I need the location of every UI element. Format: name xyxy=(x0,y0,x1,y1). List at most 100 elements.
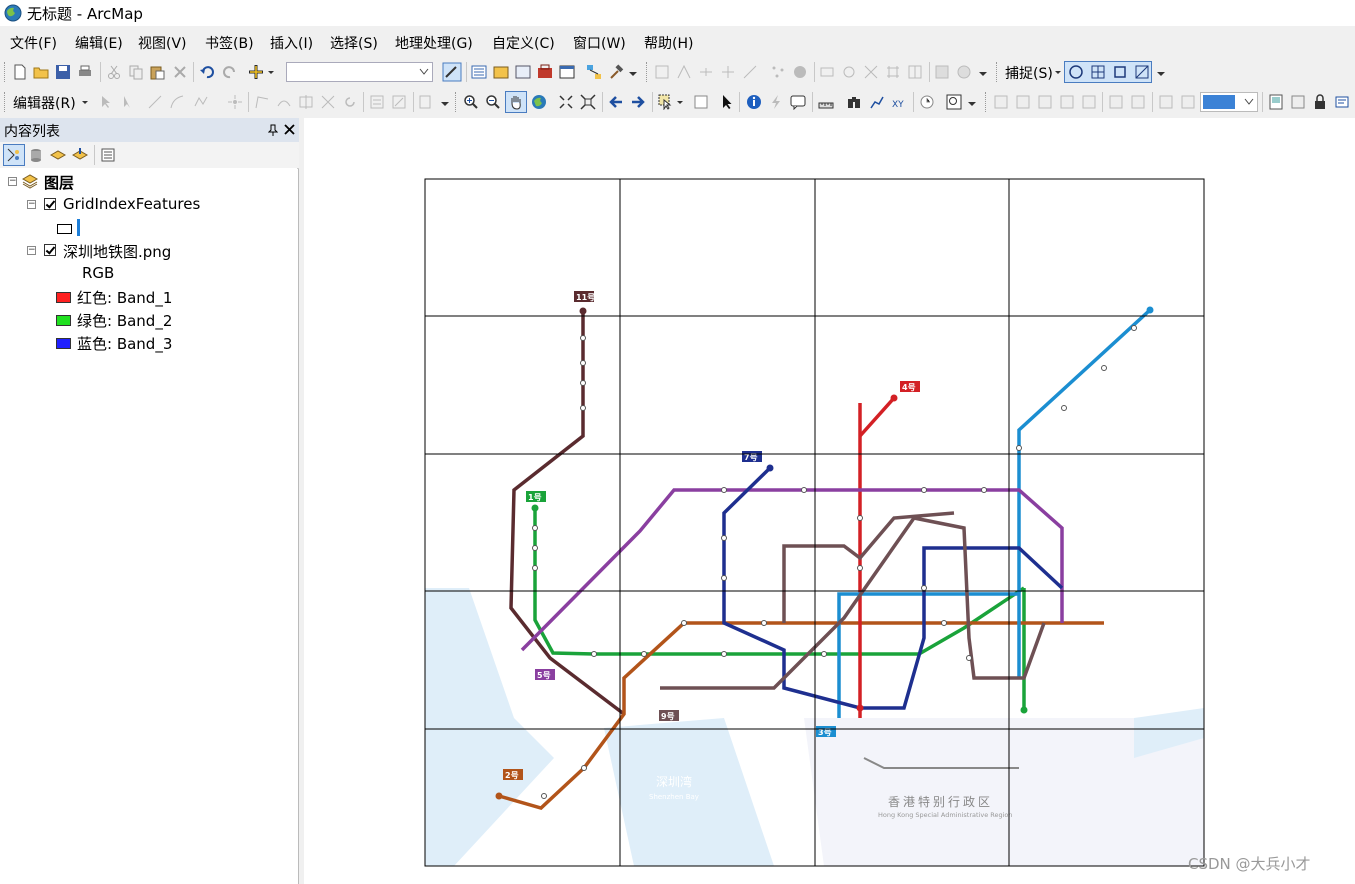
toolbar-options-icon[interactable] xyxy=(628,68,638,80)
toolbar-options-icon[interactable] xyxy=(967,98,977,110)
gridindex-visibility-checkbox[interactable] xyxy=(44,198,56,210)
forward-arrow-icon[interactable] xyxy=(630,94,646,110)
identify-icon[interactable] xyxy=(746,94,762,110)
hyperlink-lightning-icon[interactable] xyxy=(768,94,784,110)
find-route-icon[interactable] xyxy=(869,94,885,110)
chevron-down-icon[interactable] xyxy=(676,94,684,110)
collapse-raster-toggle[interactable]: − xyxy=(27,246,36,255)
undo-icon[interactable] xyxy=(199,64,215,80)
svg-text:XY: XY xyxy=(892,100,904,110)
fixed-zoom-in-icon[interactable] xyxy=(558,94,574,110)
station-dot xyxy=(941,620,947,626)
collapse-layers-toggle[interactable]: − xyxy=(8,177,17,186)
layer-name-gridindexfeatures[interactable]: GridIndexFeatures xyxy=(63,195,200,213)
watermark: CSDN @大兵小才 xyxy=(1188,855,1311,873)
python-window-icon[interactable] xyxy=(559,64,575,80)
toc-options-icon[interactable] xyxy=(100,147,116,163)
point-snapping-icon[interactable] xyxy=(1068,64,1084,80)
edit-tool-icon xyxy=(102,96,110,108)
map-canvas[interactable]: 11号 4号 7号 1号 5号 2号 9号 3号 深圳湾 Shenzhen Ba… xyxy=(304,118,1355,884)
clear-selection-icon[interactable] xyxy=(693,94,709,110)
catalog-icon[interactable] xyxy=(493,64,509,80)
menu-insert[interactable]: 插入(I) xyxy=(270,33,313,53)
magnifier-window-icon[interactable] xyxy=(946,94,962,110)
delete-icon[interactable] xyxy=(172,64,188,80)
toolbar-options-icon[interactable] xyxy=(1156,68,1166,80)
add-data-icon[interactable] xyxy=(248,64,264,80)
toolbar-options-icon[interactable] xyxy=(440,98,450,110)
menu-windows[interactable]: 窗口(W) xyxy=(573,33,626,53)
red-band-swatch[interactable] xyxy=(56,292,71,303)
hammer-icon[interactable] xyxy=(608,64,624,80)
close-icon[interactable] xyxy=(284,124,295,135)
list-by-visibility-icon[interactable] xyxy=(50,147,66,163)
menu-selection[interactable]: 选择(S) xyxy=(330,33,378,53)
full-extent-globe-icon[interactable] xyxy=(531,94,547,110)
time-slider-icon[interactable] xyxy=(919,94,935,110)
snap-midpoint-icon xyxy=(700,68,712,76)
redo-icon[interactable] xyxy=(222,64,238,80)
open-folder-icon[interactable] xyxy=(33,64,49,80)
copy-icon[interactable] xyxy=(128,64,144,80)
end-snapping-icon[interactable] xyxy=(1090,64,1106,80)
list-by-selection-icon[interactable] xyxy=(72,147,88,163)
scale-dropdown[interactable] xyxy=(286,62,433,82)
layout-view-icon[interactable] xyxy=(1268,94,1284,110)
new-document-icon[interactable] xyxy=(12,64,28,80)
search-window-icon[interactable] xyxy=(515,64,531,80)
menu-edit[interactable]: 编辑(E) xyxy=(75,33,123,53)
menu-bookmarks[interactable]: 书签(B) xyxy=(205,33,254,53)
zoom-in-icon[interactable] xyxy=(463,94,479,110)
vertex-snapping-icon[interactable] xyxy=(1112,64,1128,80)
chevron-down-icon[interactable] xyxy=(81,94,89,110)
data-driven-pages-icon[interactable] xyxy=(1334,94,1350,110)
chevron-down-icon[interactable] xyxy=(1054,64,1062,80)
zoom-out-icon[interactable] xyxy=(485,94,501,110)
print-icon[interactable] xyxy=(77,64,93,80)
list-by-drawing-order-icon[interactable] xyxy=(6,147,22,163)
raster-visibility-checkbox[interactable] xyxy=(44,244,56,256)
toolbar-grip[interactable] xyxy=(4,62,8,82)
snapping-menu[interactable]: 捕捉(S) xyxy=(1005,63,1053,83)
pan-hand-icon[interactable] xyxy=(508,94,524,110)
menu-geoprocessing[interactable]: 地理处理(G) xyxy=(395,33,473,53)
fixed-zoom-out-icon[interactable] xyxy=(580,94,596,110)
layer-name-raster[interactable]: 深圳地铁图.png xyxy=(63,241,171,262)
menu-help[interactable]: 帮助(H) xyxy=(644,33,693,53)
window-title: 无标题 - ArcMap xyxy=(27,5,143,23)
pin-icon[interactable] xyxy=(268,124,278,136)
modelbuilder-icon[interactable] xyxy=(586,64,602,80)
menu-view[interactable]: 视图(V) xyxy=(138,33,187,53)
back-arrow-icon[interactable] xyxy=(608,94,624,110)
data-view-icon[interactable] xyxy=(1290,94,1306,110)
save-icon[interactable] xyxy=(55,64,71,80)
edge-snapping-icon[interactable] xyxy=(1134,64,1150,80)
cut-icon[interactable] xyxy=(106,64,122,80)
green-band-swatch[interactable] xyxy=(56,315,71,326)
find-binoculars-icon[interactable] xyxy=(846,94,862,110)
paste-icon[interactable] xyxy=(149,64,165,80)
menu-file[interactable]: 文件(F) xyxy=(10,33,57,53)
layers-stack-icon xyxy=(22,174,38,189)
editor-toolbar-icon[interactable] xyxy=(442,62,462,82)
toolbar-options-icon[interactable] xyxy=(978,68,988,80)
layer-dropdown[interactable] xyxy=(1200,92,1258,112)
select-features-icon[interactable] xyxy=(658,94,674,110)
snap-endpoint-icon xyxy=(722,66,734,78)
collapse-gridindex-toggle[interactable]: − xyxy=(27,200,36,209)
polygon-symbol[interactable] xyxy=(57,224,72,234)
blue-band-swatch[interactable] xyxy=(56,338,71,349)
chevron-down-icon[interactable] xyxy=(266,64,276,80)
list-by-source-icon[interactable] xyxy=(28,147,44,163)
measure-icon[interactable] xyxy=(818,94,834,110)
map-view[interactable]: 11号 4号 7号 1号 5号 2号 9号 3号 深圳湾 Shenzhen Ba… xyxy=(304,118,1355,884)
select-elements-icon[interactable] xyxy=(719,94,735,110)
editor-menu[interactable]: 编辑器(R) xyxy=(13,93,76,113)
arctoolbox-icon[interactable] xyxy=(537,64,553,80)
menu-customize[interactable]: 自定义(C) xyxy=(492,33,555,53)
goto-xy-icon[interactable]: XY xyxy=(891,94,907,110)
lock-icon[interactable] xyxy=(1312,94,1328,110)
table-of-contents-icon[interactable] xyxy=(471,64,487,80)
html-popup-icon[interactable] xyxy=(790,94,806,110)
station-dot xyxy=(681,620,687,626)
